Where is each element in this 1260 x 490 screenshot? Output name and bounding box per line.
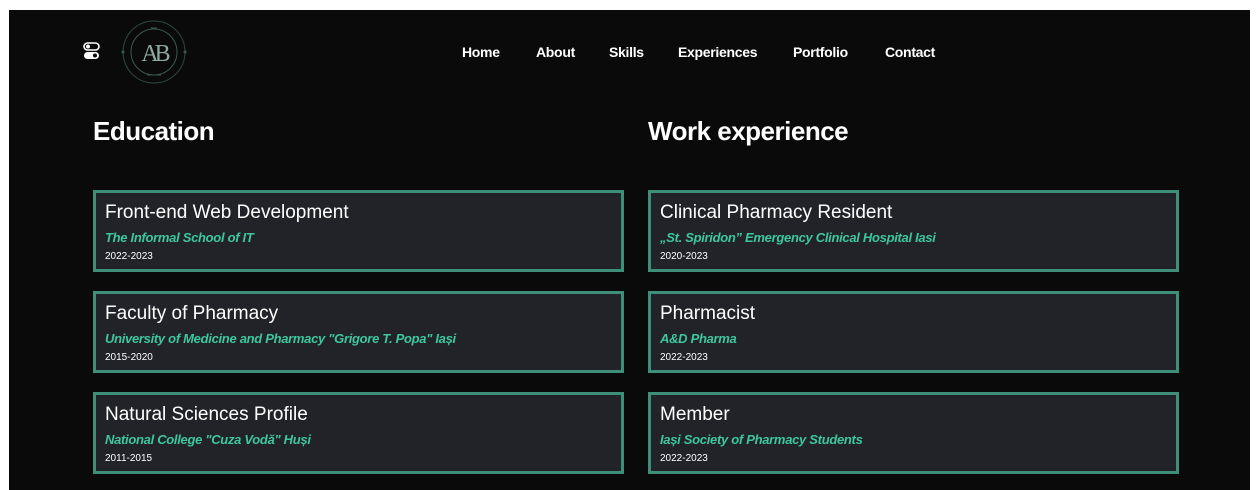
card-title: Faculty of Pharmacy — [105, 303, 279, 324]
card-dates: 2022-2023 — [660, 453, 708, 464]
nav-about[interactable]: About — [536, 44, 575, 60]
nav-portfolio[interactable]: Portfolio — [793, 44, 848, 60]
page: AB Home About Skills Experiences Portfol… — [9, 10, 1250, 490]
card-organization: A&D Pharma — [660, 331, 737, 346]
nav-skills[interactable]: Skills — [609, 44, 644, 60]
card-title: Pharmacist — [660, 303, 756, 324]
work-card: Member Iași Society of Pharmacy Students… — [648, 392, 1179, 474]
card-title: Front-end Web Development — [105, 202, 349, 223]
card-organization: National College "Cuza Vodă" Huși — [105, 432, 311, 447]
logo[interactable]: AB — [121, 19, 187, 85]
education-card: Faculty of Pharmacy University of Medici… — [93, 291, 624, 373]
card-dates: 2020-2023 — [660, 251, 708, 262]
card-dates: 2022-2023 — [660, 352, 708, 363]
card-dates: 2015-2020 — [105, 352, 153, 363]
nav-experiences[interactable]: Experiences — [678, 44, 758, 60]
card-dates: 2011-2015 — [105, 453, 153, 464]
card-organization: „St. Spiridon” Emergency Clinical Hospit… — [660, 230, 936, 245]
education-card: Front-end Web Development The Informal S… — [93, 190, 624, 272]
education-card: Natural Sciences Profile National Colleg… — [93, 392, 624, 474]
card-organization: University of Medicine and Pharmacy "Gri… — [105, 331, 456, 346]
logo-text: AB — [141, 41, 169, 67]
card-organization: Iași Society of Pharmacy Students — [660, 432, 863, 447]
work-card: Clinical Pharmacy Resident „St. Spiridon… — [648, 190, 1179, 272]
card-title: Natural Sciences Profile — [105, 404, 308, 425]
card-title: Member — [660, 404, 730, 425]
education-title: Education — [93, 116, 215, 146]
card-title: Clinical Pharmacy Resident — [660, 202, 893, 223]
nav-home[interactable]: Home — [462, 44, 500, 60]
card-organization: The Informal School of IT — [105, 230, 254, 245]
work-card: Pharmacist A&D Pharma 2022-2023 — [648, 291, 1179, 373]
theme-toggle-icon[interactable] — [83, 42, 100, 60]
work-experience-title: Work experience — [648, 116, 849, 146]
nav-contact[interactable]: Contact — [885, 44, 935, 60]
card-dates: 2022-2023 — [105, 251, 153, 262]
